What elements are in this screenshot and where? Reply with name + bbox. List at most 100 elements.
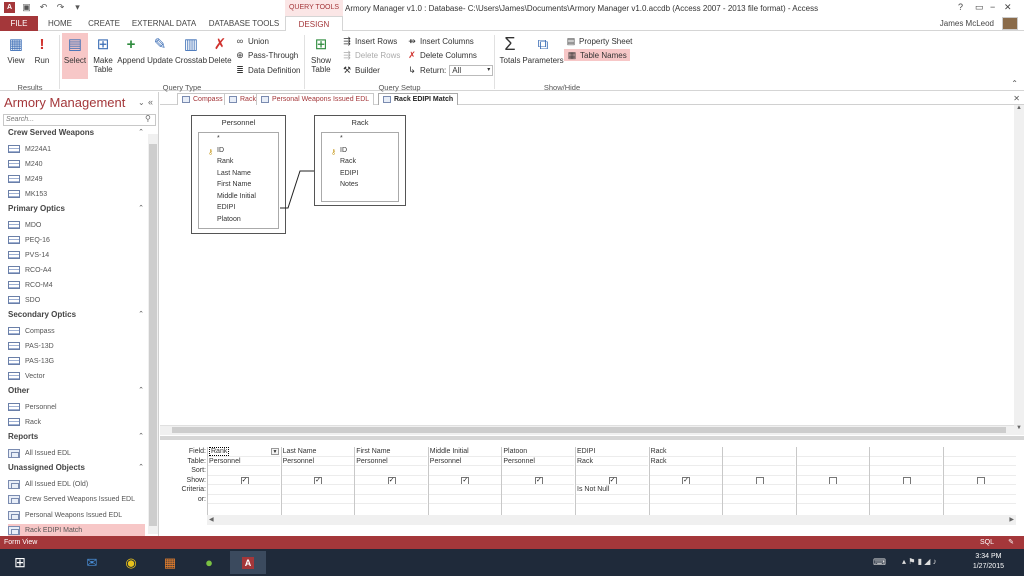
nav-item[interactable]: Compass [8,324,145,338]
grid-cell-table[interactable] [723,457,796,466]
grid-cell-sort[interactable] [428,466,501,476]
nav-item[interactable]: PVS-14 [8,248,145,262]
tab-create[interactable]: CREATE [84,16,124,31]
ribbon-display-options-button[interactable]: ▭ [975,2,984,13]
show-checkbox[interactable]: ✓ [461,476,470,485]
show-checkbox[interactable]: ✓ [314,476,323,485]
grid-column[interactable]: First Name Personnel ✓ [354,447,428,515]
delete-columns-button[interactable]: ✗ Delete Columns [407,50,477,60]
grid-cell-field[interactable]: EDIPI [576,447,648,457]
grid-cell-table[interactable]: Rack [649,457,722,466]
keyboard-icon[interactable]: ⌨ [873,557,886,568]
grid-cell-show[interactable]: ✓ [281,476,354,485]
undo-icon[interactable]: ↶ [38,2,49,13]
nav-item[interactable]: M249 [8,172,145,186]
grid-cell-or[interactable] [944,495,1016,504]
grid-cell-sort[interactable] [355,466,428,476]
grid-cell-criteria[interactable] [870,485,943,495]
grid-cell-criteria[interactable] [208,485,280,495]
grid-cell-show[interactable] [944,476,1016,485]
grid-cell-table[interactable] [944,457,1016,466]
grid-column[interactable]: Rank ▼ Personnel ✓ [207,447,280,515]
return-select[interactable]: All ▾ [449,65,494,76]
grid-cell-table[interactable]: Rack [576,457,648,466]
property-sheet-button[interactable]: ▤ Property Sheet [566,36,633,46]
grid-cell-criteria[interactable] [649,485,722,495]
collapse-group-icon[interactable]: ⌃ [138,310,144,318]
design-view-icon[interactable]: ✎ [1008,536,1014,549]
nav-scrollbar-thumb[interactable] [149,144,157,526]
grid-cell-sort[interactable] [208,466,280,476]
help-button[interactable]: ? [958,2,963,12]
nav-item[interactable]: RCO-M4 [8,278,145,292]
tab-external-data[interactable]: EXTERNAL DATA [130,16,198,31]
nav-item[interactable]: PEQ-16 [8,233,145,247]
close-button[interactable]: ✕ [1004,2,1012,13]
nav-group-header[interactable]: Reports ⌃ [8,432,148,441]
grid-cell-field[interactable] [870,447,943,457]
taskbar-thunderbird[interactable]: ✉ [74,551,110,574]
insert-columns-button[interactable]: ⇻ Insert Columns [407,36,474,46]
customize-qat-icon[interactable]: ▾ [72,2,83,13]
grid-cell-sort[interactable] [576,466,648,476]
save-icon[interactable]: ▣ [21,2,32,13]
show-checkbox[interactable] [976,476,985,485]
grid-cell-sort[interactable] [281,466,354,476]
chevron-down-icon[interactable]: ⌄ [138,98,145,107]
grid-column[interactable] [795,447,869,515]
grid-cell-table[interactable]: Personnel [502,457,575,466]
collapse-ribbon-icon[interactable]: ⌃ [1011,79,1018,88]
search-icon[interactable]: ⚲ [145,114,151,123]
collapse-group-icon[interactable]: ⌃ [138,204,144,212]
grid-cell-criteria[interactable] [281,485,354,495]
nav-item[interactable]: Crew Served Weapons Issued EDL [8,493,145,507]
grid-cell-sort[interactable] [649,466,722,476]
show-checkbox[interactable]: ✓ [387,476,396,485]
grid-cell-or[interactable] [870,495,943,504]
clock[interactable]: 3:34 PM 1/27/2015 [973,552,1004,572]
tab-design[interactable]: DESIGN [285,16,343,32]
nav-item[interactable]: PAS-13G [8,354,145,368]
start-button[interactable]: ⊞ [2,551,38,574]
crosstab-button[interactable]: ▥ Crosstab [175,35,207,66]
grid-cell-show[interactable]: ✓ [428,476,501,485]
grid-cell-table[interactable]: Personnel [428,457,501,466]
data-definition-button[interactable]: ≣ Data Definition [235,65,300,75]
grid-column[interactable]: Middle Initial Personnel ✓ [427,447,501,515]
nav-item[interactable]: All Issued EDL [8,446,145,460]
taskbar-apps[interactable]: ▦ [152,551,188,574]
minimize-button[interactable]: − [990,2,995,12]
tray-icons[interactable]: ▴ ⚑ ▮ ◢ ♪ [902,557,937,566]
show-checkbox[interactable] [829,476,838,485]
show-checkbox[interactable]: ✓ [682,476,691,485]
show-checkbox[interactable]: ✓ [608,476,617,485]
grid-column[interactable]: EDIPI Rack ✓ Is Not Null [575,447,648,515]
grid-cell-table[interactable] [870,457,943,466]
parameters-button[interactable]: ⧉ Parameters [522,35,563,66]
grid-column[interactable] [869,447,943,515]
grid-cell-field[interactable] [796,447,869,457]
taskbar-access[interactable]: A [230,551,266,574]
design-vertical-scrollbar[interactable]: ▲ ▼ [1014,105,1024,435]
collapse-group-icon[interactable]: ⌃ [138,463,144,471]
builder-button[interactable]: ⚒ Builder [342,65,380,75]
grid-cell-or[interactable] [502,495,575,504]
doc-tab-rack-edipi-match[interactable]: Rack EDIPI Match [378,93,459,105]
grid-cell-criteria[interactable]: Is Not Null [576,485,648,495]
grid-column[interactable]: Rack Rack ✓ [648,447,722,515]
nav-item[interactable]: MDO [8,218,145,232]
grid-cell-show[interactable] [723,476,796,485]
grid-cell-sort[interactable] [723,466,796,476]
grid-column[interactable] [722,447,796,515]
grid-cell-or[interactable] [796,495,869,504]
nav-item[interactable]: All Issued EDL (Old) [8,477,145,491]
scroll-right-icon[interactable]: ▶ [1009,516,1014,523]
make-table-button[interactable]: ⊞ Make Table [90,35,116,75]
grid-cell-criteria[interactable] [502,485,575,495]
nav-group-header[interactable]: Other ⌃ [8,386,148,395]
nav-pane-title[interactable]: Armory Management [4,95,125,110]
grid-cell-or[interactable] [355,495,428,504]
nav-item[interactable]: M224A1 [8,142,145,156]
grid-cell-table[interactable]: Personnel [208,457,280,466]
union-button[interactable]: ∞ Union [235,36,269,46]
